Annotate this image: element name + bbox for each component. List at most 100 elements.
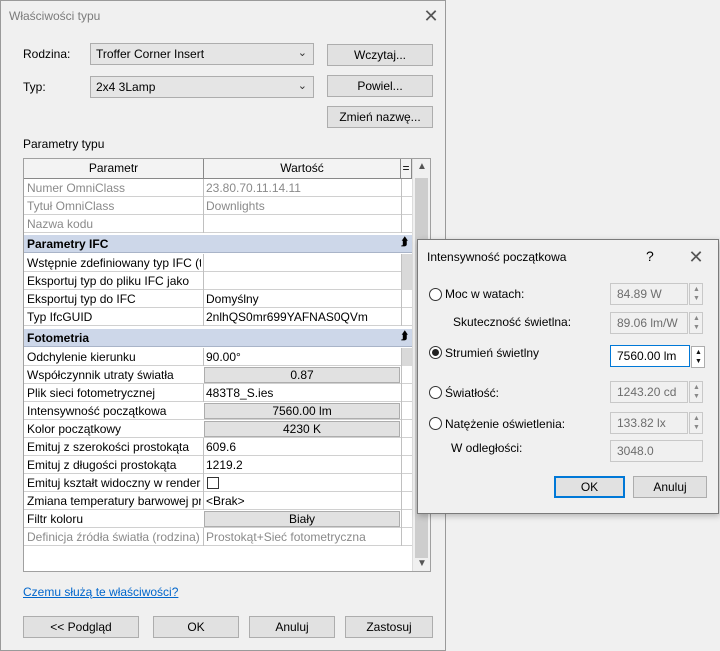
intensity-label: Światłość: [445,386,500,400]
param-name: Współczynnik utraty światła [27,368,174,382]
param-name: Odchylenie kierunku [27,350,136,364]
table-row[interactable]: Eksportuj typ do IFC Domyślny [24,290,412,308]
table-row[interactable]: Nazwa kodu [24,215,412,233]
initial-color-button[interactable]: 4230 K [204,421,400,437]
family-value: Troffer Corner Insert [96,47,205,61]
help-link[interactable]: Czemu służą te właściwości? [23,585,178,599]
table-row[interactable]: Definicja źródła światła (rodzina) Prost… [24,528,412,546]
ok-button[interactable]: OK [554,476,625,498]
table-row[interactable]: Kolor początkowy 4230 K [24,420,412,438]
close-icon[interactable]: ✕ [421,7,441,25]
table-row[interactable]: Tytuł OmniClass Downlights [24,197,412,215]
cancel-button[interactable]: Anuluj [249,616,335,638]
table-row[interactable]: Wstępnie zdefiniowany typ IFC (t [24,254,412,272]
scroll-down-icon[interactable]: ▼ [417,558,427,569]
intensity-input[interactable]: 1243.20 cd [610,381,688,403]
cancel-button[interactable]: Anuluj [633,476,707,498]
illuminance-input[interactable]: 133.82 lx [610,412,688,434]
illuminance-stepper[interactable]: ▲ ▼ [689,412,703,434]
group-title: Fotometria [27,331,90,345]
param-name: Emituj z szerokości prostokąta [27,440,190,454]
flux-label: Strumień świetlny [445,346,540,360]
param-value: 23.80.70.11.14.11 [206,181,301,195]
emit-shape-checkbox[interactable] [207,477,219,489]
close-icon[interactable]: ✕ [686,248,706,266]
table-row[interactable]: Numer OmniClass 23.80.70.11.14.11 [24,179,412,197]
param-name: Emituj kształt widoczny w renderi [27,476,201,490]
chevron-down-icon: ⌄ [297,47,307,59]
table-row[interactable]: Odchylenie kierunku 90.00° [24,348,412,366]
table-row[interactable]: Zmiana temperatury barwowej pr <Brak> [24,492,412,510]
distance-label: W odległości: [451,441,523,455]
column-header-value[interactable]: Wartość [204,159,401,179]
intensity-stepper[interactable]: ▲ ▼ [689,381,703,403]
family-label: Rodzina: [23,47,71,61]
efficacy-label: Skuteczność świetlna: [453,315,572,329]
collapse-icon[interactable]: ⮭ [401,330,408,343]
column-header-formula[interactable]: = [401,159,412,179]
param-value: Downlights [206,199,265,213]
flux-radio[interactable] [429,346,442,359]
section-title: Parametry typu [23,137,105,151]
wattage-stepper[interactable]: ▲ ▼ [689,283,703,305]
group-header-photometry[interactable]: Fotometria ⮭ [24,329,412,347]
flux-input[interactable]: 7560.00 lm [610,345,690,367]
wattage-radio[interactable] [429,288,442,301]
table-row[interactable]: Współczynnik utraty światła 0.87 [24,366,412,384]
table-row[interactable]: Emituj kształt widoczny w renderi [24,474,412,492]
distance-input[interactable]: 3048.0 [610,440,703,462]
table-row[interactable]: Plik sieci fotometrycznej 483T8_S.ies [24,384,412,402]
type-properties-dialog: Właściwości typu ✕ Rodzina: Troffer Corn… [0,0,446,651]
loss-factor-button[interactable]: 0.87 [204,367,400,383]
param-name: Eksportuj typ do pliku IFC jako [27,274,190,288]
preview-button[interactable]: << Podgląd [23,616,139,638]
illuminance-label: Natężenie oświetlenia: [445,417,566,431]
rename-button[interactable]: Zmień nazwę... [327,106,433,128]
efficacy-stepper[interactable]: ▲ ▼ [689,312,703,334]
table-row[interactable]: Emituj z szerokości prostokąta 609.6 [24,438,412,456]
table-row[interactable]: Eksportuj typ do pliku IFC jako [24,272,412,290]
intensity-radio[interactable] [429,386,442,399]
param-name: Wstępnie zdefiniowany typ IFC (t [27,256,201,270]
scroll-up-icon[interactable]: ▲ [417,161,427,172]
illuminance-radio[interactable] [429,417,442,430]
type-dropdown[interactable]: 2x4 3Lamp ⌄ [90,76,314,98]
param-name: Intensywność początkowa [27,404,167,418]
table-row[interactable]: Filtr koloru Biały [24,510,412,528]
initial-intensity-dialog: Intensywność początkowa ? ✕ Moc w watach… [417,239,719,514]
param-name: Plik sieci fotometrycznej [27,386,156,400]
family-dropdown[interactable]: Troffer Corner Insert ⌄ [90,43,314,65]
param-name: Tytuł OmniClass [27,199,115,213]
help-icon[interactable]: ? [646,248,654,264]
param-value: Domyślny [206,292,259,306]
param-value: 90.00° [206,350,241,364]
duplicate-button[interactable]: Powiel... [327,75,433,97]
column-header-parameter[interactable]: Parametr [24,159,204,179]
efficacy-input[interactable]: 89.06 lm/W [610,312,688,334]
group-header-ifc[interactable]: Parametry IFC ⮭ [24,235,412,253]
apply-button[interactable]: Zastosuj [345,616,433,638]
initial-intensity-button[interactable]: 7560.00 lm [204,403,400,419]
table-row[interactable]: Typ IfcGUID 2nlhQS0mr699YAFNAS0QVm [24,308,412,326]
collapse-icon[interactable]: ⮭ [401,236,408,249]
flux-stepper[interactable]: ▲ ▼ [691,346,705,368]
table-row[interactable]: Intensywność początkowa 7560.00 lm [24,402,412,420]
wattage-input[interactable]: 84.89 W [610,283,688,305]
param-value: Prostokąt+Sieć fotometryczna [206,530,366,544]
table-row[interactable]: Emituj z długości prostokąta 1219.2 [24,456,412,474]
group-title: Parametry IFC [27,237,109,251]
ok-button[interactable]: OK [153,616,239,638]
type-value: 2x4 3Lamp [96,80,156,94]
type-parameters-grid: Parametr Wartość = Numer OmniClass 23.80… [23,158,431,572]
chevron-down-icon: ⌄ [297,80,307,92]
param-value: <Brak> [206,494,245,508]
param-name: Filtr koloru [27,512,84,526]
param-name: Emituj z długości prostokąta [27,458,177,472]
param-value: 2nlhQS0mr699YAFNAS0QVm [206,310,368,324]
load-button[interactable]: Wczytaj... [327,44,433,66]
dialog-title: Właściwości typu [9,9,101,23]
param-name: Kolor początkowy [27,422,122,436]
type-label: Typ: [23,80,46,94]
color-filter-button[interactable]: Biały [204,511,400,527]
param-name: Zmiana temperatury barwowej pr [27,494,201,508]
